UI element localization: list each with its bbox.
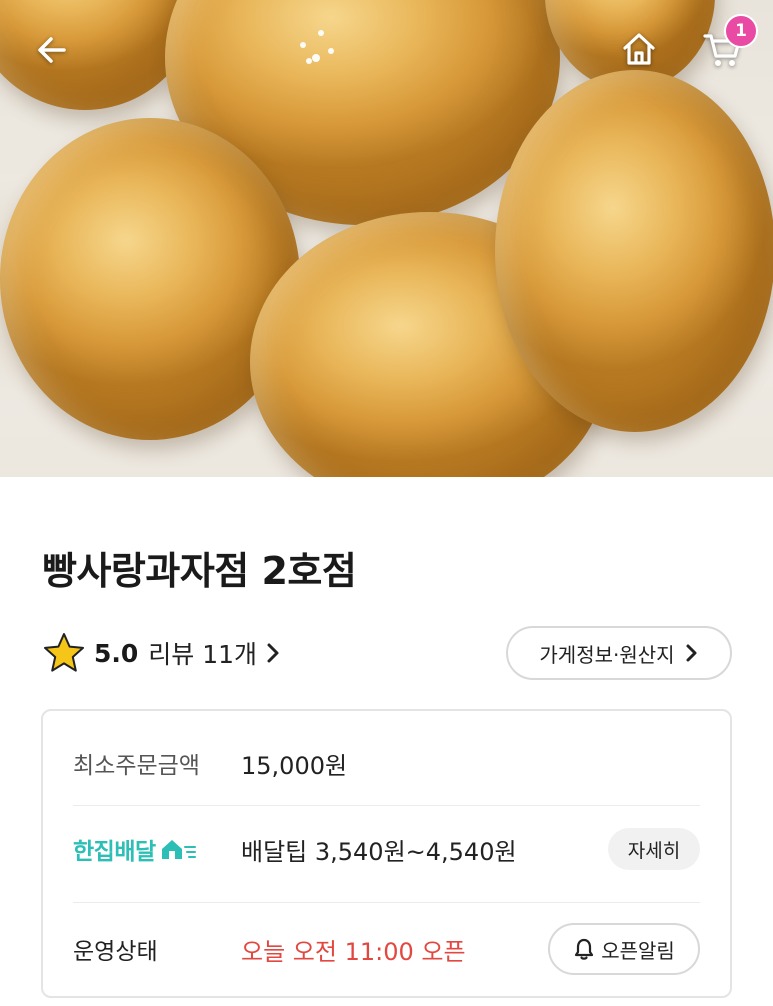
store-info-label: 가게정보·원산지 — [539, 642, 675, 667]
delivery-brand: 한집배달 — [73, 832, 241, 866]
delivery-row: 한집배달 배달팁 3,540원~4,540원 자세히 — [73, 825, 700, 873]
bell-icon — [575, 938, 594, 960]
delivery-house-icon — [161, 840, 196, 859]
open-alarm-label: 오픈알림 — [601, 938, 675, 963]
min-order-label: 최소주문금액 — [73, 753, 200, 779]
rating-value: 5.0 — [94, 638, 139, 668]
cream-puff — [495, 70, 773, 432]
back-button[interactable] — [24, 22, 80, 78]
store-info-button[interactable]: 가게정보·원산지 — [506, 626, 732, 680]
delivery-detail-button[interactable]: 자세히 — [608, 828, 700, 870]
chevron-right-icon — [265, 642, 281, 664]
status-value: 오늘 오전 11:00 오픈 — [241, 937, 466, 966]
delivery-tip: 배달팁 3,540원~4,540원 — [241, 837, 517, 866]
cart-count-badge: 1 — [724, 14, 758, 48]
divider — [73, 805, 700, 806]
store-name: 빵사랑과자점 2호점 — [42, 549, 357, 593]
store-info-card: 최소주문금액 15,000원 한집배달 배달팁 3,540원~4,540원 자세… — [41, 709, 732, 998]
review-count: 리뷰 11개 — [148, 640, 258, 669]
home-button[interactable] — [611, 21, 667, 77]
review-link[interactable]: 5.0 리뷰 11개 — [42, 628, 281, 678]
min-order-value: 15,000원 — [241, 751, 348, 780]
open-alarm-button[interactable]: 오픈알림 — [548, 923, 700, 975]
divider — [73, 902, 700, 903]
status-row: 운영상태 오늘 오전 11:00 오픈 오픈알림 — [73, 923, 700, 975]
min-order-row: 최소주문금액 15,000원 — [73, 741, 700, 785]
chevron-right-icon — [685, 643, 699, 663]
arrow-left-icon — [38, 37, 66, 63]
delivery-brand-text: 한집배달 — [73, 839, 156, 865]
status-label: 운영상태 — [73, 939, 158, 965]
home-icon — [623, 33, 655, 65]
star-icon — [44, 633, 84, 672]
